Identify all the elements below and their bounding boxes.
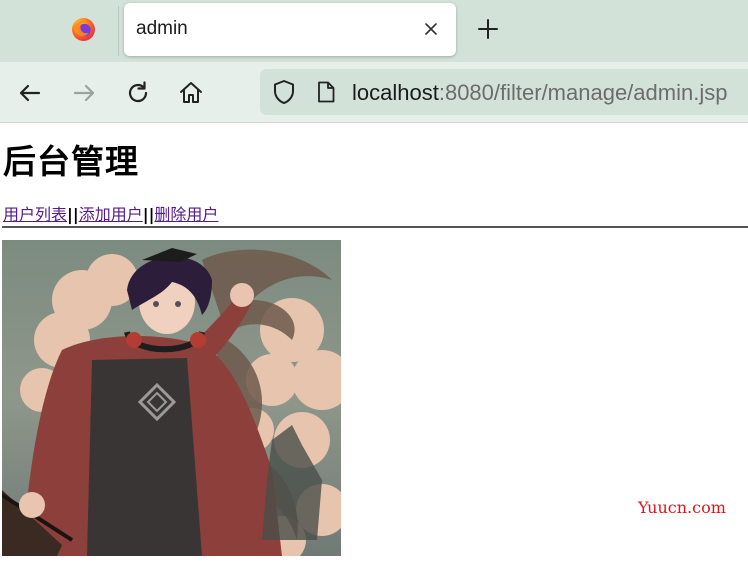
tab-separator [118,6,119,56]
navigation-bar: localhost:8080/filter/manage/admin.jsp [0,62,748,123]
page-icon[interactable] [314,80,338,104]
tab-bar: admin [0,0,748,62]
url-bar[interactable]: localhost:8080/filter/manage/admin.jsp [260,69,748,115]
page-title: 后台管理 [3,142,139,181]
forward-arrow-icon[interactable] [70,79,98,107]
link-separator: || [142,205,155,224]
page-content: 后台管理 用户列表||添加用户||删除用户 Yuucn.com [0,123,748,563]
url-path: :8080/filter/manage/admin.jsp [438,80,728,105]
back-arrow-icon[interactable] [16,79,44,107]
tab-admin[interactable]: admin [124,3,456,56]
home-icon[interactable] [177,79,205,107]
link-user-list[interactable]: 用户列表 [3,205,67,224]
firefox-logo-icon[interactable] [71,17,96,42]
reload-icon[interactable] [124,79,152,107]
url-host: localhost [352,80,439,105]
shield-icon[interactable] [271,79,297,105]
plus-icon[interactable] [476,17,500,41]
watermark: Yuucn.com [638,498,726,517]
admin-links: 用户列表||添加用户||删除用户 [3,201,218,225]
link-separator: || [67,205,79,224]
url-text[interactable]: localhost:8080/filter/manage/admin.jsp [352,80,727,106]
tab-title: admin [136,18,188,39]
horizontal-rule [2,226,748,228]
anime-illustration [2,240,341,556]
link-add-user[interactable]: 添加用户 [79,205,143,224]
close-icon[interactable] [420,18,442,40]
link-delete-user[interactable]: 删除用户 [154,205,218,224]
